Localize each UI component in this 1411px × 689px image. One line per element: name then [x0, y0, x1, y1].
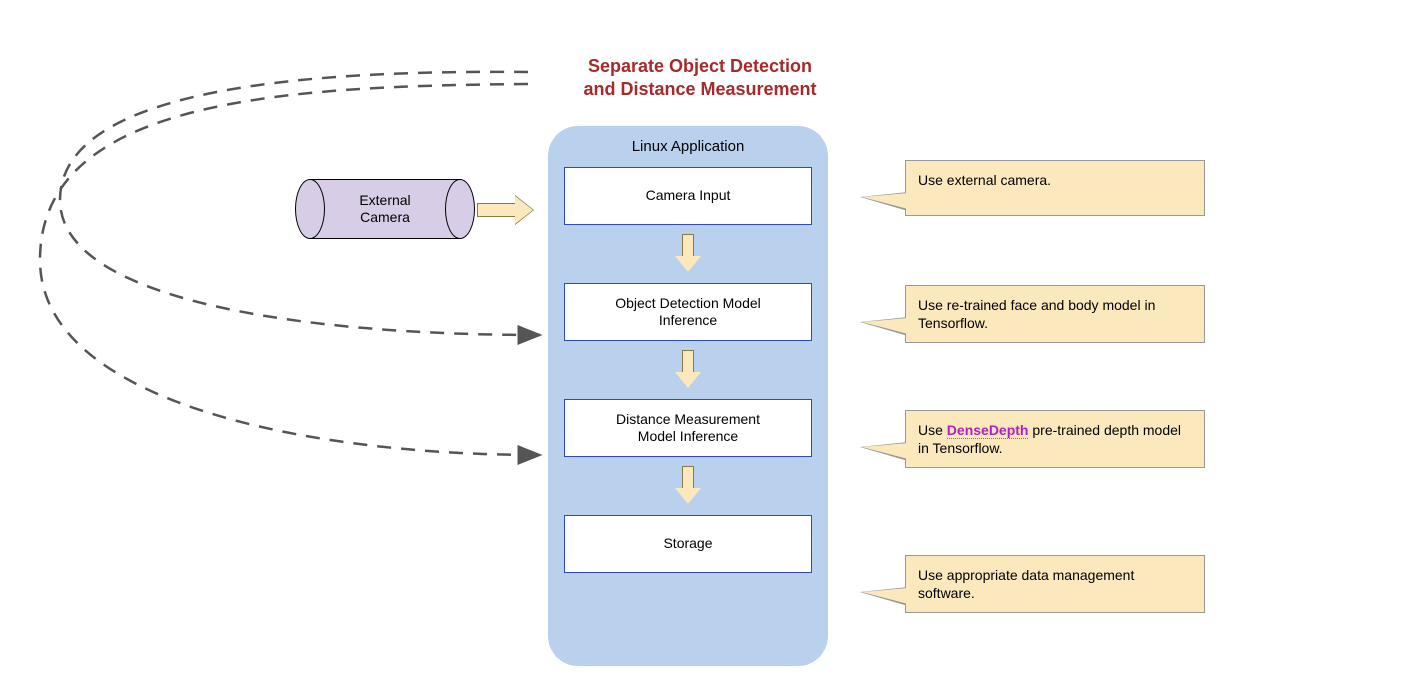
linux-application-container: Linux Application Camera Input Object De… [548, 126, 828, 666]
diagram-canvas: Separate Object Detection and Distance M… [0, 0, 1411, 689]
step-distance-line2: Model Inference [638, 428, 738, 444]
step-camera-input-label: Camera Input [646, 187, 731, 205]
arrow-down-2 [564, 341, 812, 399]
diagram-title: Separate Object Detection and Distance M… [530, 55, 870, 102]
external-camera-label-line1: External [359, 192, 410, 208]
linux-application-title: Linux Application [564, 138, 812, 155]
callout-object-detection-text: Use re-trained face and body model in Te… [918, 297, 1155, 331]
step-distance-line1: Distance Measurement [616, 411, 760, 427]
arrow-down-1 [564, 225, 812, 283]
callout-storage-text: Use appropriate data management software… [918, 567, 1134, 601]
step-storage-label: Storage [663, 535, 712, 553]
step-distance-measurement: Distance Measurement Model Inference [564, 399, 812, 457]
title-line-2: and Distance Measurement [583, 79, 816, 99]
arrow-camera-to-app [477, 196, 537, 224]
step-object-detection-line1: Object Detection Model [615, 295, 761, 311]
external-camera-label: External Camera [295, 192, 475, 226]
callout-distance-pre: Use [918, 422, 947, 438]
step-camera-input: Camera Input [564, 167, 812, 225]
arrow-down-3 [564, 457, 812, 515]
callout-camera-text: Use external camera. [918, 172, 1051, 188]
callout-object-detection: Use re-trained face and body model in Te… [905, 285, 1205, 343]
title-line-1: Separate Object Detection [588, 56, 812, 76]
callout-storage: Use appropriate data management software… [905, 555, 1205, 613]
callout-camera: Use external camera. [905, 160, 1205, 216]
step-object-detection-line2: Inference [659, 312, 717, 328]
step-storage: Storage [564, 515, 812, 573]
external-camera-node: External Camera [295, 179, 475, 239]
step-object-detection: Object Detection Model Inference [564, 283, 812, 341]
densedepth-link[interactable]: DenseDepth [947, 422, 1029, 439]
callout-distance: Use DenseDepth pre-trained depth model i… [905, 410, 1205, 468]
external-camera-label-line2: Camera [360, 209, 410, 225]
